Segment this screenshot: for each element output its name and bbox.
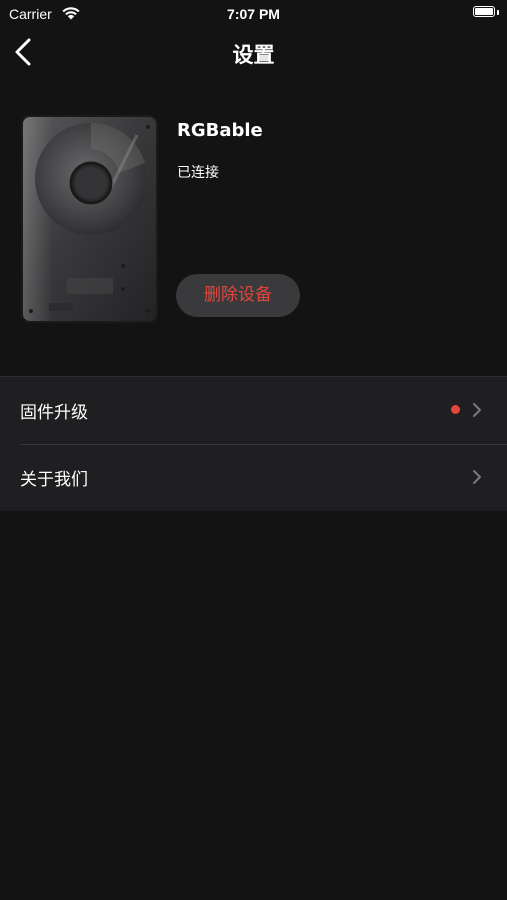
navigation-bar: 设置 [0,28,507,78]
delete-device-button[interactable]: 删除设备 [176,274,300,317]
firmware-upgrade-item[interactable]: 固件升级 [0,377,507,444]
connection-status: 已连接 [177,165,219,181]
battery-icon [473,6,499,19]
settings-list: 固件升级 关于我们 [0,376,507,511]
hard-drive-device-image [21,115,158,323]
about-us-item[interactable]: 关于我们 [0,444,507,511]
page-title: 设置 [232,43,275,67]
chevron-right-icon [473,403,481,417]
chevron-left-icon [15,38,31,66]
update-badge [451,405,460,414]
device-card: RGBable 已连接 删除设备 [0,110,507,340]
back-button[interactable] [10,36,40,68]
list-item-label: 固件升级 [20,403,88,423]
status-bar: Carrier 7:07 PM [0,0,507,28]
clock: 7:07 PM [227,6,280,22]
device-name: RGBable [177,120,263,141]
list-item-label: 关于我们 [20,470,88,490]
chevron-right-icon [473,470,481,484]
